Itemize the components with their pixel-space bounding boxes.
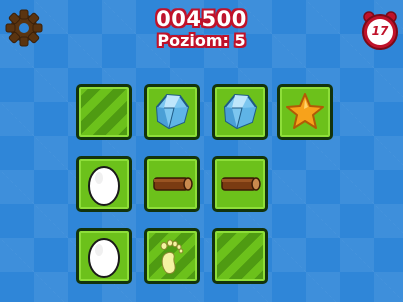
egg-icon — [88, 238, 120, 278]
footprint-icon — [160, 239, 184, 274]
card-hidden[interactable] — [212, 228, 268, 284]
card-log[interactable] — [212, 156, 268, 212]
level-display: Poziom: 5 — [157, 31, 246, 50]
card-egg[interactable] — [76, 228, 132, 284]
card-star[interactable] — [277, 84, 333, 140]
card-footprint[interactable] — [144, 228, 200, 284]
egg-icon — [88, 166, 120, 206]
card-log[interactable] — [144, 156, 200, 212]
crystal-icon — [155, 93, 190, 130]
star-icon — [286, 93, 324, 129]
card-egg[interactable] — [76, 156, 132, 212]
timer: 17 — [361, 10, 399, 52]
card-crystal[interactable] — [212, 84, 268, 140]
game-screen: 004500 Poziom: 5 17 — [0, 0, 403, 302]
card-crystal[interactable] — [144, 84, 200, 140]
timer-value: 17 — [371, 24, 389, 38]
crystal-icon — [223, 93, 258, 130]
card-hidden[interactable] — [76, 84, 132, 140]
log-icon — [221, 177, 261, 191]
score-display: 004500 — [156, 7, 247, 31]
log-icon — [153, 177, 193, 191]
